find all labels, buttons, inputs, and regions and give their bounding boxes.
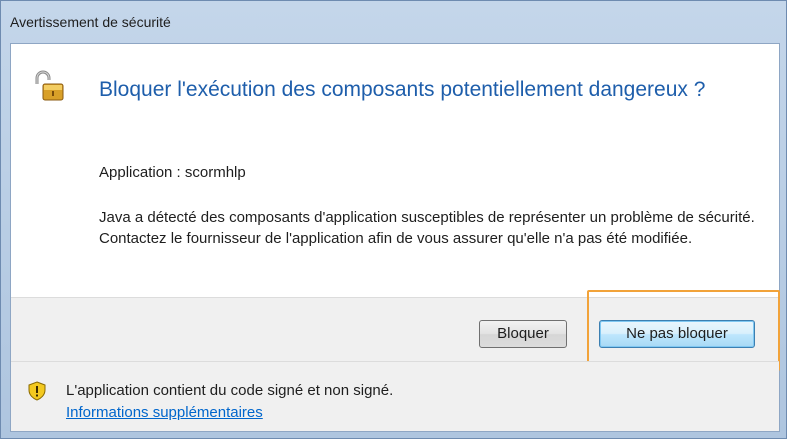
unlocked-padlock-icon xyxy=(35,70,64,101)
warning-shield-icon xyxy=(28,381,46,401)
more-information-link[interactable]: Informations supplémentaires xyxy=(66,404,263,421)
application-name: Application : scormhlp xyxy=(99,164,246,181)
dialog-content: Bloquer l'exécution des composants poten… xyxy=(10,43,780,432)
window-title: Avertissement de sécurité xyxy=(10,14,171,30)
dialog-headline: Bloquer l'exécution des composants poten… xyxy=(99,78,706,101)
dont-block-button[interactable]: Ne pas bloquer xyxy=(599,320,755,348)
button-area: Bloquer Ne pas bloquer xyxy=(11,297,779,361)
footer-warning-text: L'application contient du code signé et … xyxy=(66,382,394,399)
block-button[interactable]: Bloquer xyxy=(479,320,567,348)
dialog-message: Java a détecté des composants d'applicat… xyxy=(99,209,755,247)
dialog-footer: L'application contient du code signé et … xyxy=(11,361,779,431)
security-warning-window: Avertissement de sécurité Bloquer l'exéc… xyxy=(0,0,787,439)
